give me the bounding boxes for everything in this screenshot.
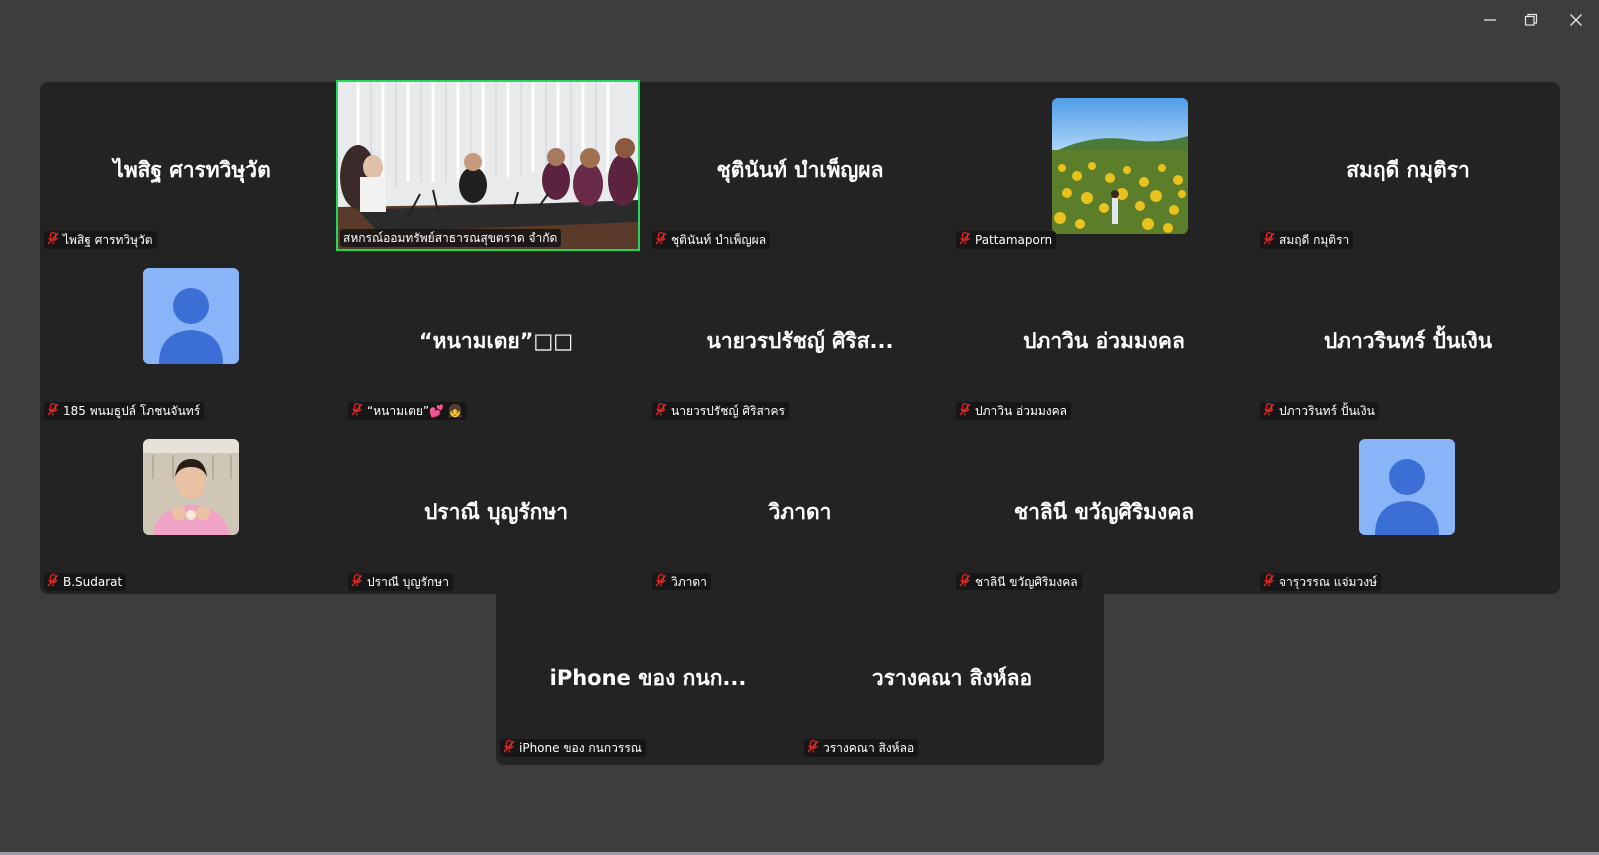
mic-muted-icon [503,739,515,756]
mic-muted-icon [807,739,819,756]
mic-muted-icon [1263,231,1275,248]
mic-muted-icon [959,573,971,590]
participant-name: ปราณี บุญรักษา [367,574,449,589]
participant-name-tag: ชุตินันท์ บำเพ็ญผล [652,231,771,249]
participant-name: นายวรปรัชญ์ ศิริสาคร [671,403,785,418]
participant-name-tag: 185 พนมธูปล์ โภชนจันทร์ [44,402,205,420]
mic-muted-icon [47,573,59,590]
participant-name: สมฤดี กมุติรา [1279,232,1350,247]
participant-display-name: ปราณี บุญรักษา [423,500,569,524]
participant-name: ชุตินันท์ บำเพ็ญผล [671,232,767,247]
participant-name: Pattamaporn [975,233,1053,247]
participant-name: ไพสิฐ ศารทวิษุวัต [63,232,153,247]
participant-name: ปภาวรินทร์ ปั้นเงิน [1279,403,1375,418]
mic-muted-icon [47,231,59,248]
mic-muted-icon [1263,402,1275,419]
participant-tile[interactable]: Pattamaporn [952,82,1256,253]
minimize-icon [1484,19,1496,21]
participant-display-name: ชุตินันท์ บำเพ็ญผล [716,158,884,182]
participant-name: วรางคณา สิงห์ลอ [823,740,915,755]
participant-tile[interactable]: B.Sudarat [40,424,344,595]
participant-name: ชาลินี ขวัญศิริมงคล [975,574,1078,589]
participant-name: จารุวรรณ แจ่มวงษ์ [1279,574,1377,589]
participant-name-tag: ปราณี บุญรักษา [348,573,453,591]
participant-display-name: วิภาดา [768,500,832,524]
participant-name-tag: iPhone ของ กนกวรรณ [500,739,646,757]
participant-name: สหกรณ์ออมทรัพย์สาธารณสุขตราด จำกัด [343,230,558,245]
mic-muted-icon [351,402,363,419]
participant-tile-active-speaker[interactable]: สหกรณ์ออมทรัพย์สาธารณสุขตราด จำกัด [336,80,640,251]
restore-icon [1524,13,1538,26]
participant-name: 185 พนมธูปล์ โภชนจันทร์ [63,403,201,418]
participant-tile[interactable]: จารุวรรณ แจ่มวงษ์ [1256,424,1560,595]
close-icon [1570,14,1582,26]
participant-tile[interactable]: ปภาวิน อ่วมมงคล ปภาวิน อ่วมมงคล [952,253,1256,424]
participant-tile[interactable]: ปภาวรินทร์ ปั้นเงิน ปภาวรินทร์ ปั้นเงิน [1256,253,1560,424]
participant-name-tag: ไพสิฐ ศารทวิษุวัต [44,231,157,249]
mic-muted-icon [655,573,667,590]
participant-tile[interactable]: นายวรปรัชญ์ ศิริส... นายวรปรัชญ์ ศิริสาค… [648,253,952,424]
participant-tile[interactable]: วิภาดา วิภาดา [648,424,952,595]
gallery-grid: ไพสิฐ ศารทวิษุวัต ไพสิฐ ศารทวิษุวัต สหกร… [40,80,1560,595]
participant-name-tag: จารุวรรณ แจ่มวงษ์ [1260,573,1381,591]
participant-name: B.Sudarat [63,575,123,589]
profile-photo [1052,98,1188,234]
participant-tile[interactable]: วรางคณา สิงห์ลอ วรางคณา สิงห์ลอ [800,590,1104,761]
participant-tile[interactable]: 185 พนมธูปล์ โภชนจันทร์ [40,253,344,424]
mic-muted-icon [959,231,971,248]
participant-name-tag: วิภาดา [652,573,711,591]
participant-name-tag: ปภาวรินทร์ ปั้นเงิน [1260,402,1379,420]
participant-display-name: ไพสิฐ ศารทวิษุวัต [113,158,271,182]
participant-display-name: ปภาวรินทร์ ปั้นเงิน [1323,329,1493,353]
participant-name-tag: สหกรณ์ออมทรัพย์สาธารณสุขตราด จำกัด [340,229,562,247]
default-avatar-icon [1359,439,1455,535]
participant-display-name: ชาลินี ขวัญศิริมงคล [1013,500,1195,524]
participant-name-tag: B.Sudarat [44,573,127,591]
participant-name-tag: วรางคณา สิงห์ลอ [804,739,919,757]
participant-tile[interactable]: ปราณี บุญรักษา ปราณี บุญรักษา [344,424,648,595]
mic-muted-icon [655,231,667,248]
participant-display-name: นายวรปรัชญ์ ศิริส... [706,329,894,353]
participant-display-name: iPhone ของ กนก... [549,666,747,690]
meeting-room-video [338,82,638,249]
gallery-bottom-row: iPhone ของ กนก... iPhone ของ กนกวรรณ วรา… [496,590,1104,765]
mic-muted-icon [655,402,667,419]
participant-display-name: วรางคณา สิงห์ลอ [871,666,1033,690]
mic-muted-icon [959,402,971,419]
participant-display-name: สมฤดี กมุติรา [1346,158,1470,182]
mic-muted-icon [1263,573,1275,590]
participant-name-tag: สมฤดี กมุติรา [1260,231,1354,249]
participant-tile[interactable]: ไพสิฐ ศารทวิษุวัต ไพสิฐ ศารทวิษุวัต [40,82,344,253]
minimize-button[interactable] [1470,8,1510,32]
participant-name-tag: “หนามเตย”💕 👧 [348,402,467,420]
profile-photo [143,439,239,535]
participant-tile[interactable]: สมฤดี กมุติรา สมฤดี กมุติรา [1256,82,1560,253]
participant-display-name: “หนามเตย”□□ [418,329,574,353]
participant-name: iPhone ของ กนกวรรณ [519,740,642,755]
participant-tile[interactable]: ชาลินี ขวัญศิริมงคล ชาลินี ขวัญศิริมงคล [952,424,1256,595]
participant-tile[interactable]: ชุตินันท์ บำเพ็ญผล ชุตินันท์ บำเพ็ญผล [648,82,952,253]
mic-muted-icon [47,402,59,419]
participant-name: “หนามเตย”💕 👧 [367,403,463,418]
mic-muted-icon [351,573,363,590]
participant-name: ปภาวิน อ่วมมงคล [975,403,1068,418]
participant-name-tag: ปภาวิน อ่วมมงคล [956,402,1072,420]
close-button[interactable] [1556,8,1596,32]
participant-name-tag: Pattamaporn [956,231,1057,249]
restore-button[interactable] [1511,8,1551,32]
participant-display-name: ปภาวิน อ่วมมงคล [1023,329,1185,353]
participant-name-tag: นายวรปรัชญ์ ศิริสาคร [652,402,789,420]
default-avatar-icon [143,268,239,364]
participant-name: วิภาดา [671,574,707,589]
participant-tile[interactable]: “หนามเตย”□□ “หนามเตย”💕 👧 [344,253,648,424]
participant-tile[interactable]: iPhone ของ กนก... iPhone ของ กนกวรรณ [496,590,800,761]
participant-name-tag: ชาลินี ขวัญศิริมงคล [956,573,1082,591]
